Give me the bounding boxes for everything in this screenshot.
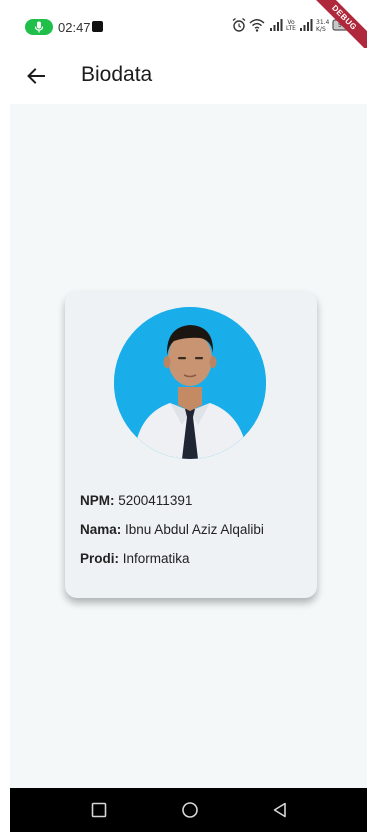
nama-row: Nama: Ibnu Abdul Aziz Alqalibi (80, 522, 264, 537)
triangle-back-icon (273, 802, 286, 818)
status-icons: Vo LTE 31.4 K/S 58 (232, 17, 357, 37)
prodi-value: Informatika (122, 551, 190, 566)
mic-active-indicator (25, 19, 53, 35)
nav-back-button[interactable] (270, 800, 290, 820)
system-nav-bar (10, 788, 367, 832)
recents-button[interactable] (89, 800, 109, 820)
arrow-left-icon (27, 68, 45, 84)
alarm-icon (232, 17, 246, 32)
nama-value: Ibnu Abdul Aziz Alqalibi (125, 522, 264, 537)
home-button[interactable] (180, 800, 200, 820)
prodi-label: Prodi: (80, 551, 119, 566)
square-recents-icon (91, 802, 107, 818)
prodi-row: Prodi: Informatika (80, 551, 190, 566)
app-bar: Biodata (0, 48, 367, 104)
status-bar: 02:47 Vo LTE 31.4 K/S 58 (0, 0, 367, 48)
volte-label: Vo LTE (286, 19, 296, 32)
npm-value: 5200411391 (118, 493, 193, 508)
wifi-icon (249, 19, 265, 32)
content-area: NPM: 5200411391 Nama: Ibnu Abdul Aziz Al… (10, 104, 367, 788)
status-time: 02:47 (58, 20, 91, 35)
microphone-icon (34, 21, 44, 33)
npm-row: NPM: 5200411391 (80, 493, 192, 508)
back-button[interactable] (22, 62, 50, 90)
notification-icon (92, 21, 103, 32)
person-portrait (114, 307, 266, 459)
circle-home-icon (182, 802, 198, 818)
nama-label: Nama: (80, 522, 122, 537)
signal-strength-icon-2 (300, 19, 313, 31)
profile-card: NPM: 5200411391 Nama: Ibnu Abdul Aziz Al… (65, 291, 317, 598)
signal-strength-icon (270, 19, 283, 31)
network-speed-unit: K/S (316, 26, 326, 33)
page-title: Biodata (81, 63, 153, 86)
battery-level: 58 (338, 22, 346, 29)
npm-label: NPM: (80, 493, 115, 508)
profile-photo (114, 307, 266, 459)
